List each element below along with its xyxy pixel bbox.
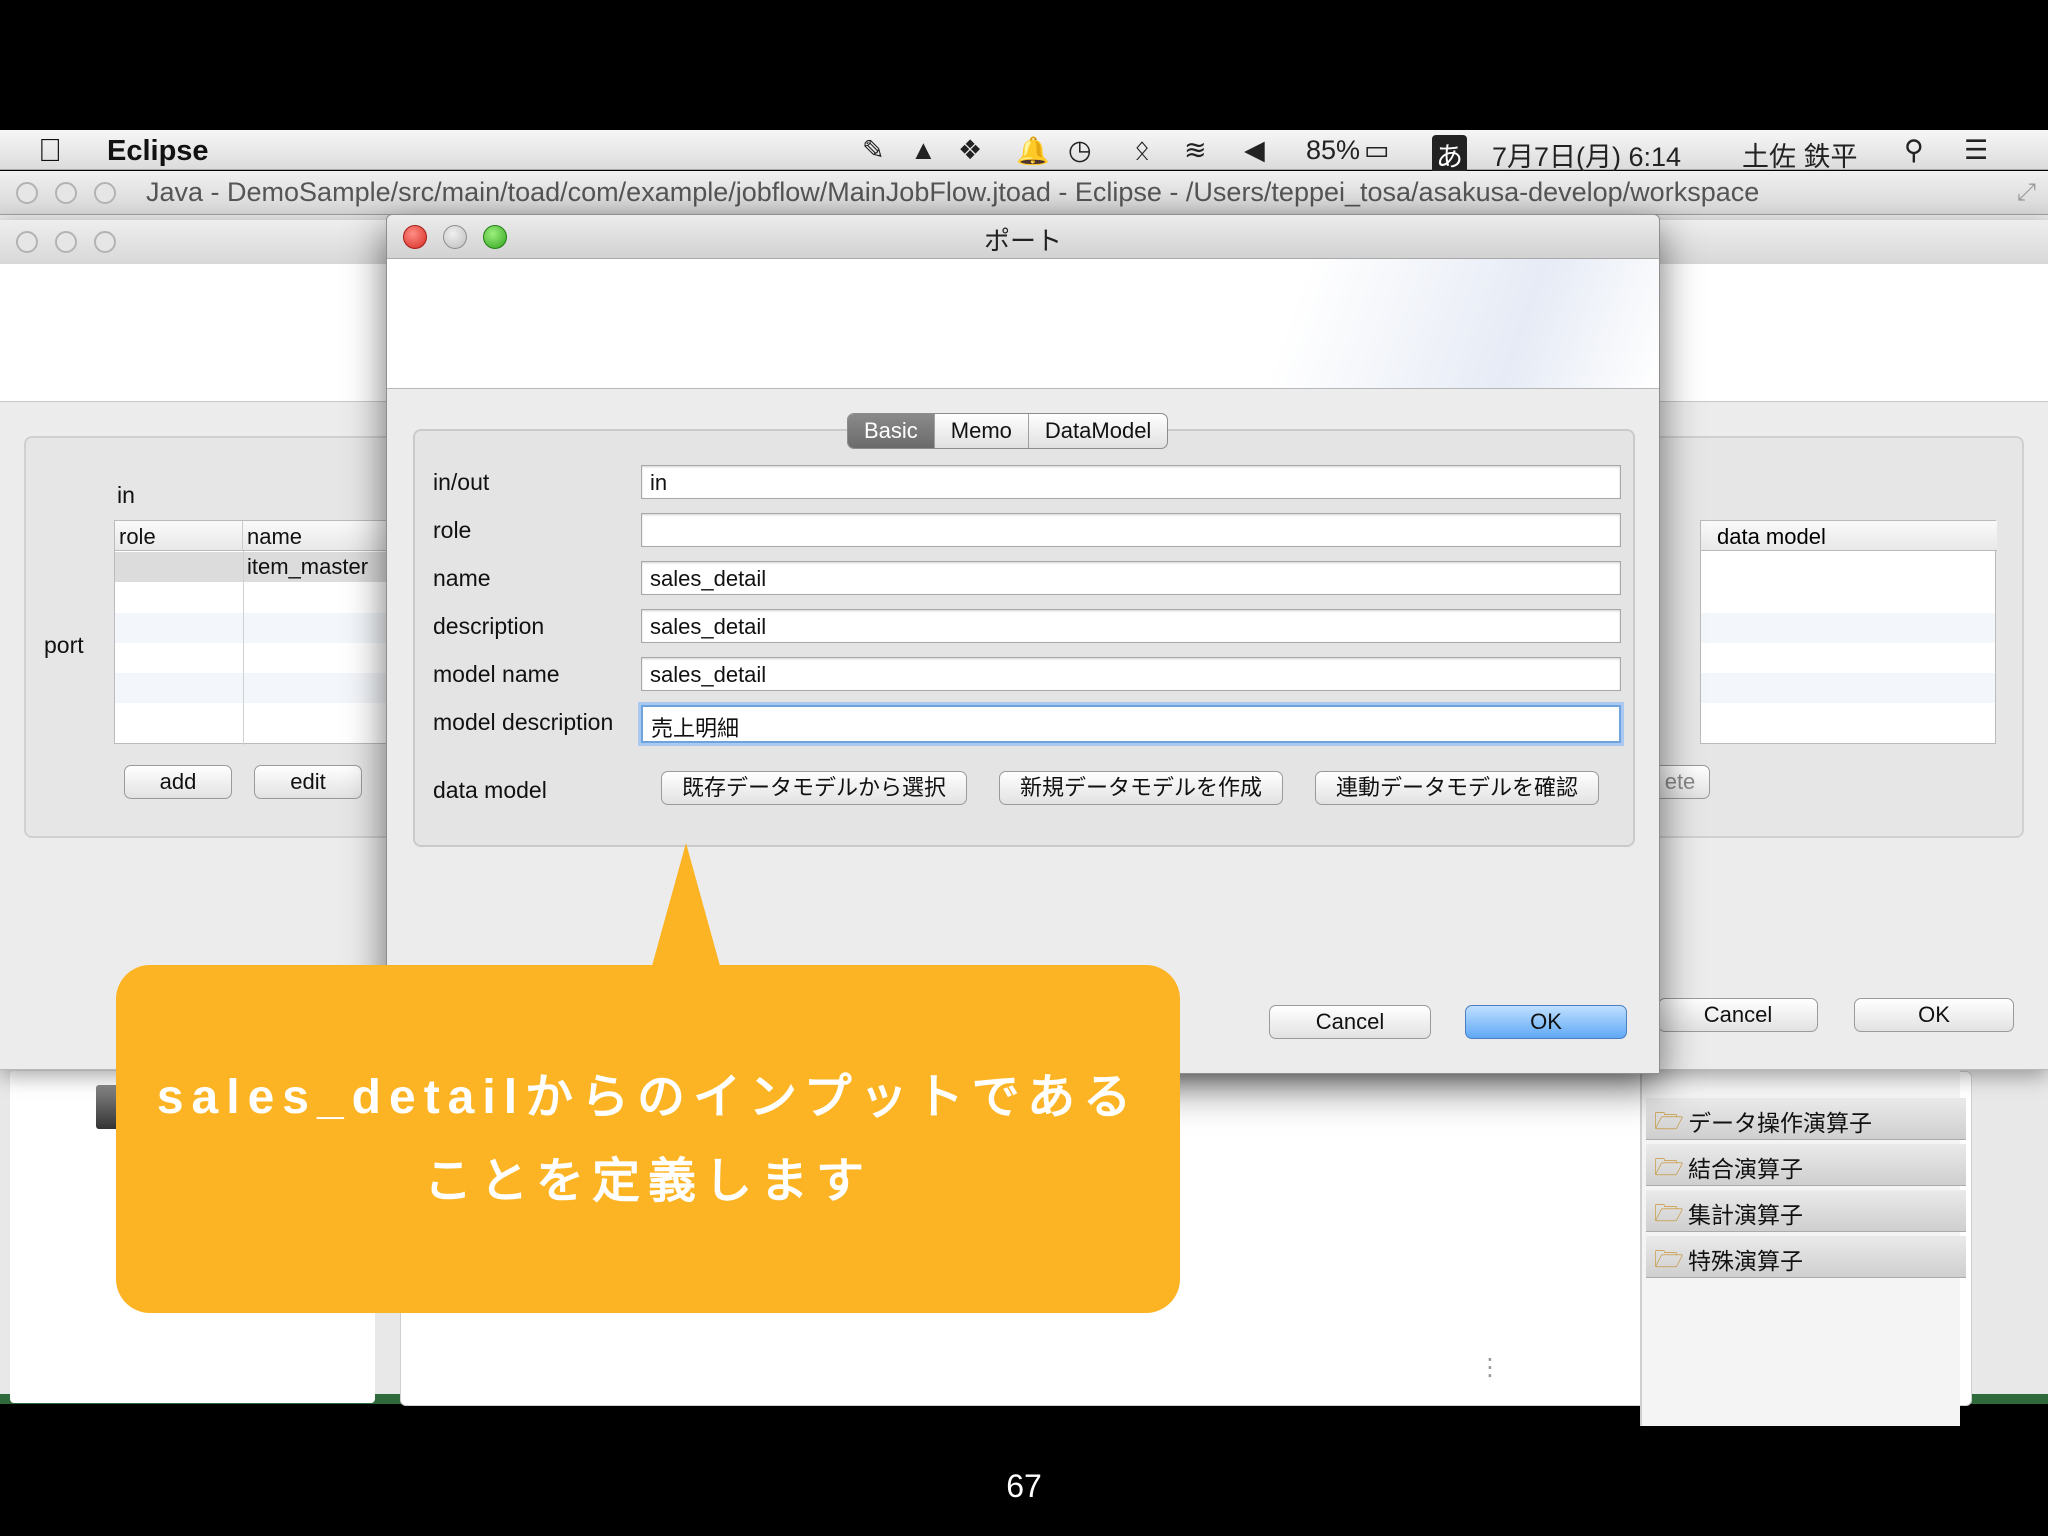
background-zoom-button[interactable] — [94, 231, 116, 253]
in-out-field[interactable]: in — [641, 465, 1621, 499]
time-machine-icon[interactable]: ◷ — [1068, 135, 1092, 166]
label-model-description: model description — [433, 709, 614, 735]
dialog-title: ポート — [983, 226, 1062, 256]
eclipse-window-title: Java - DemoSample/src/main/toad/com/exam… — [146, 177, 1760, 207]
annotation-callout: sales_detailからのインプットである ことを定義します — [116, 965, 1180, 1313]
fullscreen-icon[interactable]: ⤢ — [2017, 179, 2036, 207]
folder-icon: 🗁 — [1654, 1246, 1684, 1273]
tab-datamodel[interactable]: DataModel — [1029, 414, 1167, 448]
bluetooth-icon[interactable]: ᛟ — [1134, 135, 1150, 166]
battery-percent[interactable]: 85% — [1306, 135, 1360, 166]
google-drive-icon[interactable]: ▲ — [910, 135, 937, 166]
select-existing-model-button[interactable]: 既存データモデルから選択 — [661, 771, 967, 805]
role-field[interactable] — [641, 513, 1621, 547]
spotlight-search-icon[interactable]: ⚲ — [1904, 135, 1924, 166]
window-minimize-button[interactable] — [55, 182, 77, 204]
battery-icon[interactable]: ▭ — [1364, 135, 1390, 166]
dialog-title-bar: ポート — [387, 215, 1659, 259]
folder-icon: 🗁 — [1654, 1154, 1684, 1181]
column-divider — [243, 551, 244, 745]
operator-palette: 🗁 データ操作演算子 🗁 結合演算子 🗁 集計演算子 🗁 特殊演算子 — [1640, 1066, 1966, 1426]
table-row[interactable] — [115, 673, 389, 703]
model-description-field[interactable]: 売上明細 — [641, 705, 1621, 743]
notification-center-icon[interactable]: ☰ — [1964, 135, 1988, 166]
column-header-data-model[interactable]: data model — [1717, 524, 1826, 550]
callout-line-1: sales_detailからのインプットである — [156, 1071, 1140, 1124]
port-label: port — [44, 632, 84, 658]
in-section-label: in — [117, 482, 135, 508]
label-description: description — [433, 613, 545, 639]
palette-item[interactable]: 🗁 結合演算子 — [1646, 1144, 1966, 1186]
evernote-icon[interactable]: ✎ — [862, 135, 885, 166]
window-close-button[interactable] — [16, 182, 38, 204]
create-new-model-button[interactable]: 新規データモデルを作成 — [999, 771, 1283, 805]
table-row[interactable] — [1701, 613, 1995, 643]
palette-item[interactable]: 🗁 データ操作演算子 — [1646, 1098, 1966, 1140]
label-name: name — [433, 565, 491, 591]
dialog-header-banner — [387, 259, 1659, 389]
input-method-indicator[interactable]: あ — [1432, 135, 1467, 174]
wifi-icon[interactable]: ≋ — [1184, 135, 1207, 166]
volume-icon[interactable]: ◀ — [1244, 135, 1265, 166]
apple-menu-icon[interactable]:  — [38, 132, 62, 169]
palette-item-label: 特殊演算子 — [1688, 1248, 1803, 1274]
tab-bar: Basic Memo DataModel — [847, 413, 1169, 449]
label-in-out: in/out — [433, 469, 490, 495]
column-header-name[interactable]: name — [243, 521, 391, 551]
palette-item-label: 結合演算子 — [1688, 1156, 1803, 1182]
edit-button[interactable]: edit — [254, 765, 362, 799]
port-table[interactable]: role name item_master — [114, 520, 391, 745]
splitter-handle[interactable]: ⋮ — [1478, 1353, 1502, 1382]
eclipse-title-bar: Java - DemoSample/src/main/toad/com/exam… — [0, 171, 2048, 215]
callout-pointer — [650, 843, 722, 973]
dropbox-icon[interactable]: ❖ — [958, 135, 982, 166]
tab-basic[interactable]: Basic — [848, 414, 935, 448]
check-linked-model-button[interactable]: 連動データモデルを確認 — [1315, 771, 1599, 805]
port-dialog: ポート Basic Memo DataModel in/out in role … — [386, 214, 1660, 1074]
mac-menu-bar:  Eclipse ✎ ▲ ❖ 🔔 ◷ ᛟ ≋ ◀ 85% ▭ あ 7月7日(月… — [0, 130, 2048, 174]
user-name[interactable]: 土佐 鉄平 — [1742, 135, 1858, 174]
app-menu-eclipse[interactable]: Eclipse — [107, 135, 209, 168]
window-zoom-button[interactable] — [94, 182, 116, 204]
background-cancel-button[interactable]: Cancel — [1658, 998, 1818, 1032]
model-name-field[interactable]: sales_detail — [641, 657, 1621, 691]
folder-icon: 🗁 — [1654, 1108, 1684, 1135]
ok-button[interactable]: OK — [1465, 1005, 1627, 1039]
palette-item[interactable]: 🗁 集計演算子 — [1646, 1190, 1966, 1232]
folder-icon: 🗁 — [1654, 1200, 1684, 1227]
label-model-name: model name — [433, 661, 560, 687]
palette-item-label: データ操作演算子 — [1688, 1110, 1872, 1136]
name-field[interactable]: sales_detail — [641, 561, 1621, 595]
palette-item-label: 集計演算子 — [1688, 1202, 1803, 1228]
data-model-table[interactable]: data model — [1700, 520, 1997, 744]
table-row[interactable] — [1701, 673, 1995, 703]
label-data-model: data model — [433, 777, 547, 803]
notification-icon[interactable]: 🔔 — [1016, 135, 1050, 167]
cancel-button[interactable]: Cancel — [1269, 1005, 1431, 1039]
callout-line-2: ことを定義します — [423, 1155, 872, 1208]
table-row[interactable] — [115, 613, 389, 643]
column-header-role[interactable]: role — [115, 521, 243, 551]
label-role: role — [433, 517, 472, 543]
background-minimize-button[interactable] — [55, 231, 77, 253]
background-ok-button[interactable]: OK — [1854, 998, 2014, 1032]
palette-item[interactable]: 🗁 特殊演算子 — [1646, 1236, 1966, 1278]
description-field[interactable]: sales_detail — [641, 609, 1621, 643]
tab-memo[interactable]: Memo — [935, 414, 1029, 448]
add-button[interactable]: add — [124, 765, 232, 799]
background-close-button[interactable] — [16, 231, 38, 253]
clock[interactable]: 7月7日(月) 6:14 — [1492, 135, 1681, 174]
slide-page-number: 67 — [1006, 1468, 1042, 1504]
table-cell-name: item_master — [247, 554, 369, 579]
